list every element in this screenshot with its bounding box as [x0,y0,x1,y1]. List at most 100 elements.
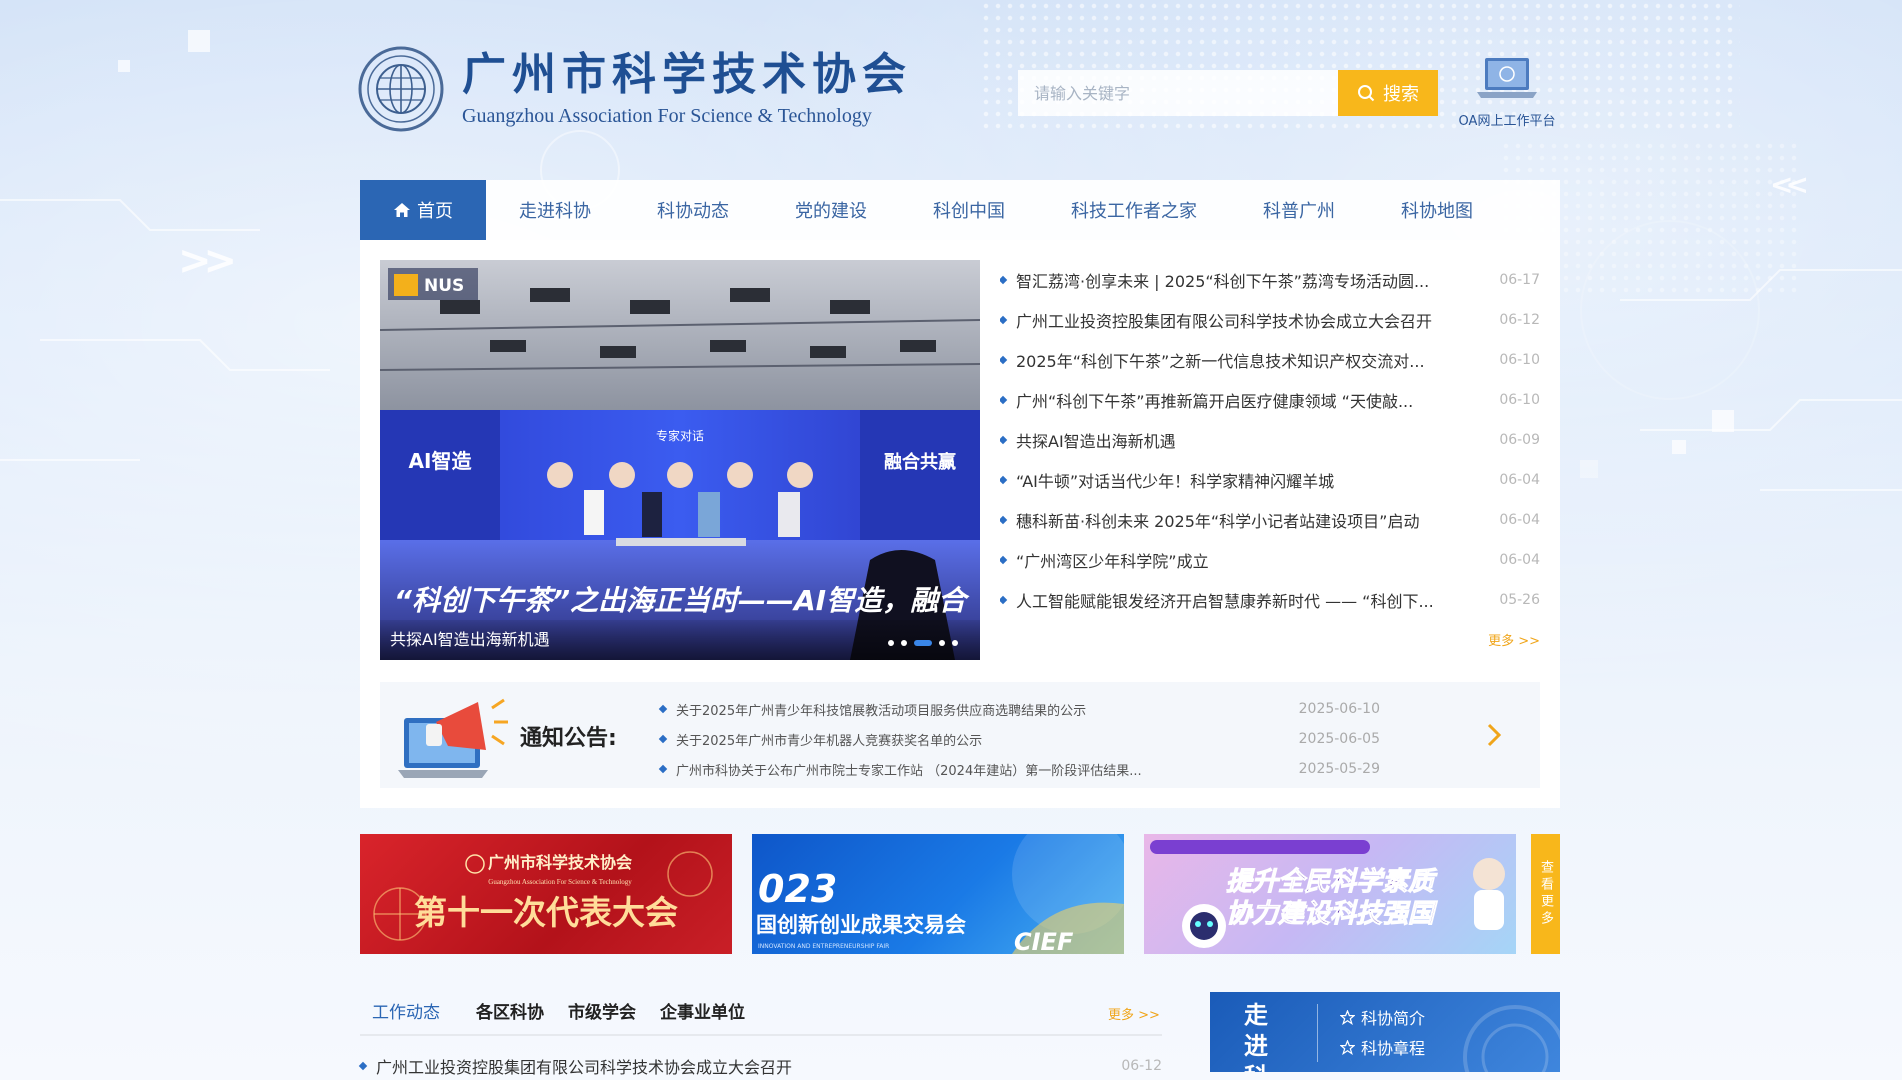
work-news-title: 广州工业投资控股集团有限公司科学技术协会成立大会召开 [376,1058,793,1077]
notice-item-title: 关于2025年广州青少年科技馆展教活动项目服务供应商选聘结果的公示 [676,703,1087,719]
slide-stage-left-text: AI智造 [409,449,473,473]
banner-congress[interactable]: 广州市科学技术协会 Guangzhou Association For Scie… [360,834,732,954]
banner-fair-year: 023 [758,867,837,911]
news-item[interactable]: 人工智能赋能银发经济开启智慧康养新时代 —— “科创下... 05-26 [1000,580,1540,620]
news-item[interactable]: “广州湾区少年科学院”成立 06-04 [1000,540,1540,580]
news-item[interactable]: 广州“科创下午茶”再推新篇开启医疗健康领域 “天使敲... 06-10 [1000,380,1540,420]
chevron-right-icon[interactable] [1482,720,1506,750]
banners-more-link[interactable]: 查看更多 [1531,834,1560,954]
bullet-icon [1000,395,1008,405]
news-date: 06-10 [1499,392,1540,408]
bullet-icon [1000,355,1008,365]
notice-item-date: 2025-06-05 [1298,731,1380,747]
main-nav: 首页 走进科协 科协动态 党的建设 科创中国 科技工作者之家 科普广州 科协地图 [360,180,1560,240]
slider-dot[interactable] [952,640,958,646]
banner-congress-title: 第十一次代表大会 [414,893,678,932]
bullet-icon [1000,275,1008,285]
slider-dot[interactable] [888,640,894,646]
news-title: 广州工业投资控股集团有限公司科学技术协会成立大会召开 [1016,312,1433,331]
site-title-en: Guangzhou Association For Science & Tech… [462,105,872,127]
nav-science-popularization[interactable]: 科普广州 [1230,180,1368,240]
image-slider[interactable]: AI智造 融合共赢 专家对话 “科创下午茶”之出海正当时——AI智造，融合 NU… [380,260,980,660]
oa-platform-link[interactable]: OA网上工作平台 [1454,56,1560,129]
nav-map[interactable]: 科协地图 [1368,180,1506,240]
banner-fair-title: 国创新创业成果交易会 [756,913,966,937]
slide-stage-center-text: 专家对话 [656,428,704,443]
nav-about[interactable]: 走进科协 [486,180,624,240]
about-association-title: 走进科协 [1244,1001,1268,1072]
home-icon [394,203,410,217]
site-logo[interactable]: 广州市科学技术协会 Guangzhou Association For Scie… [358,46,912,132]
notice-list: 关于2025年广州青少年科技馆展教活动项目服务供应商选聘结果的公示 2025-06… [658,694,1380,784]
slider-dot[interactable] [901,640,907,646]
news-item[interactable]: 广州工业投资控股集团有限公司科学技术协会成立大会召开 06-12 [1000,300,1540,340]
nav-news[interactable]: 科协动态 [624,180,762,240]
banner-literacy-art: 提升全民科学素质 协力建设科技强国 [1150,840,1505,948]
about-charter-link[interactable]: 科协章程 [1340,1032,1425,1062]
banner-fair-brand: CIEF [1014,928,1074,954]
news-title: 人工智能赋能银发经济开启智慧康养新时代 —— “科创下... [1016,592,1434,611]
news-item[interactable]: 穗科新苗·科创未来 2025年“科学小记者站建设项目”启动 06-04 [1000,500,1540,540]
work-more-link[interactable]: 更多 >> [1108,1004,1160,1023]
about-charter-label: 科协章程 [1361,1039,1426,1058]
megaphone-icon [398,698,508,778]
slide-stage-right-text: 融合共赢 [884,451,956,473]
site-title-cn: 广州市科学技术协会 [462,49,912,100]
search-input[interactable] [1018,70,1338,116]
banner-congress-art: 广州市科学技术协会 Guangzhou Association For Scie… [373,851,713,941]
work-news-item[interactable]: 广州工业投资控股集团有限公司科学技术协会成立大会召开 06-12 [358,1052,1162,1080]
bullet-icon [1000,435,1008,445]
divider [1317,1004,1318,1062]
search-button[interactable]: 搜索 [1338,70,1438,116]
bullet-icon [658,764,668,774]
notice-item[interactable]: 广州市科协关于公布广州市院士专家工作站 （2024年建站）第一阶段评估结果...… [658,754,1380,784]
news-title: “AI牛顿”对话当代少年！科学家精神闪耀羊城 [1016,472,1335,491]
banner-science-literacy[interactable]: 提升全民科学素质 协力建设科技强国 [1144,834,1516,954]
notice-item-date: 2025-05-29 [1298,761,1380,777]
news-date: 06-04 [1499,552,1540,568]
tab-enterprises[interactable]: 企事业单位 [660,1000,745,1036]
emblem-icon [358,46,444,132]
nav-party[interactable]: 党的建设 [762,180,900,240]
notice-item[interactable]: 关于2025年广州市青少年机器人竞赛获奖名单的公示 2025-06-05 [658,724,1380,754]
news-title: 广州“科创下午茶”再推新篇开启医疗健康领域 “天使敲... [1016,392,1414,411]
search-icon [1358,85,1375,102]
nav-innovation-china[interactable]: 科创中国 [900,180,1038,240]
banner-congress-org-en: Guangzhou Association For Science & Tech… [488,878,632,886]
tab-city-societies[interactable]: 市级学会 [568,1000,636,1036]
notice-title: 通知公告: [520,726,617,751]
slide-logo-text: NUS [424,276,464,296]
emblem-watermark-icon [1463,1005,1560,1072]
news-item[interactable]: 智汇荔湾·创享未来 | 2025“科创下午茶”荔湾专场活动圆... 06-17 [1000,260,1540,300]
banner-literacy-line2: 协力建设科技强国 [1226,899,1438,929]
news-title: 智汇荔湾·创享未来 | 2025“科创下午茶”荔湾专场活动圆... [1016,272,1430,291]
news-item[interactable]: 共探AI智造出海新机遇 06-09 [1000,420,1540,460]
banner-congress-org: 广州市科学技术协会 [488,853,632,872]
news-date: 06-04 [1499,472,1540,488]
main-panel: AI智造 融合共赢 专家对话 “科创下午茶”之出海正当时——AI智造，融合 NU… [360,240,1560,808]
news-more-link[interactable]: 更多 >> [1488,630,1540,649]
nav-home[interactable]: 首页 [360,180,486,240]
bullet-icon [1000,515,1008,525]
slider-dot[interactable] [939,640,945,646]
bullet-icon [1000,555,1008,565]
notice-item[interactable]: 关于2025年广州青少年科技馆展教活动项目服务供应商选聘结果的公示 2025-06… [658,694,1380,724]
news-date: 06-17 [1499,272,1540,288]
tab-work-news[interactable]: 工作动态 [360,1000,452,1036]
slider-dot-active[interactable] [914,640,932,646]
banner-innovation-fair[interactable]: 023 国创新创业成果交易会 INNOVATION AND ENTREPRENE… [752,834,1124,954]
star-icon [1340,1039,1355,1055]
news-title: 共探AI智造出海新机遇 [1016,432,1176,451]
notice-item-title: 广州市科协关于公布广州市院士专家工作站 （2024年建站）第一阶段评估结果... [676,763,1142,779]
tab-district-associations[interactable]: 各区科协 [476,1000,544,1036]
news-date: 06-10 [1499,352,1540,368]
slider-pagination [888,640,958,646]
search-bar: 搜索 [1018,70,1438,116]
nav-workers-home[interactable]: 科技工作者之家 [1038,180,1230,240]
work-news-date: 06-12 [1121,1058,1162,1074]
about-intro-label: 科协简介 [1361,1009,1426,1028]
news-item[interactable]: “AI牛顿”对话当代少年！科学家精神闪耀羊城 06-04 [1000,460,1540,500]
about-intro-link[interactable]: 科协简介 [1340,1002,1425,1032]
news-item[interactable]: 2025年“科创下午茶”之新一代信息技术知识产权交流对... 06-10 [1000,340,1540,380]
site-header: 广州市科学技术协会 Guangzhou Association For Scie… [358,44,1560,144]
